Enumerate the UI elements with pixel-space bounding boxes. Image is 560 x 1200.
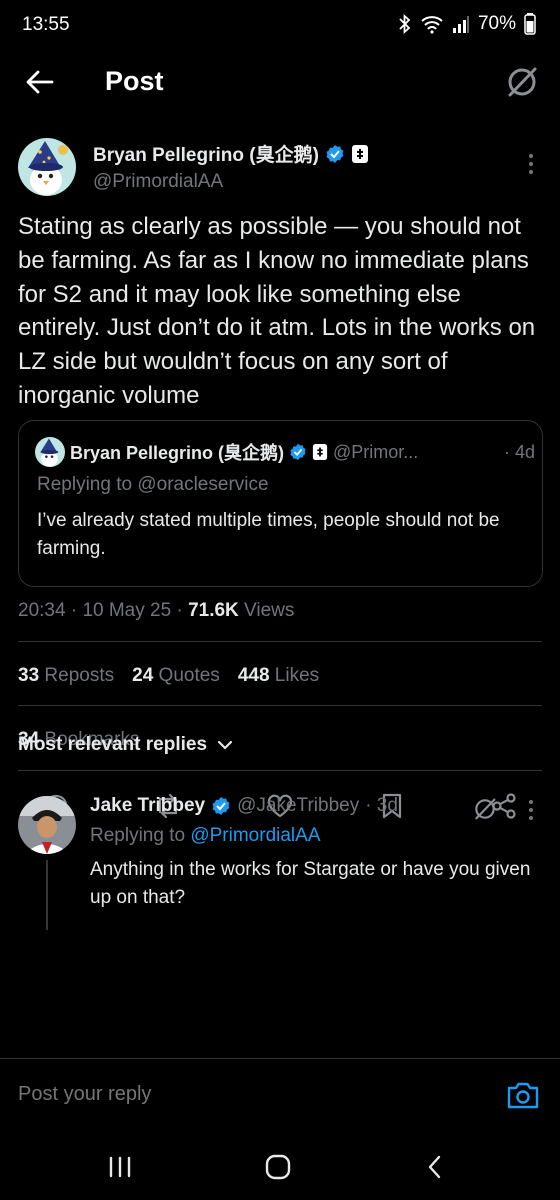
more-options-button[interactable]	[524, 152, 538, 176]
reposts-count: 33	[18, 665, 40, 686]
replies-sort-button[interactable]: Most relevant replies	[18, 734, 233, 756]
grok-icon	[475, 798, 496, 820]
grok-button[interactable]	[504, 64, 540, 100]
top-app-bar: Post	[0, 52, 560, 112]
more-vertical-icon	[529, 154, 533, 174]
quotes-label: Quotes	[158, 665, 220, 686]
reply-text: Anything in the works for Stargate or ha…	[90, 859, 531, 908]
verified-badge-icon	[290, 443, 306, 461]
home-circle-icon	[265, 1154, 291, 1180]
wifi-icon	[421, 16, 443, 34]
camera-button[interactable]	[506, 1079, 540, 1111]
reply-author-avatar[interactable]	[18, 796, 76, 854]
divider	[18, 705, 542, 706]
battery-percent: 70%	[477, 13, 516, 34]
reply-grok-button[interactable]	[472, 796, 498, 822]
recent-apps-icon	[109, 1156, 131, 1178]
reposts-stat[interactable]: 33 Reposts	[18, 665, 114, 687]
reply-age: · 3d	[365, 795, 398, 816]
post-date: 10 May 25	[82, 600, 172, 621]
author-handle[interactable]: @PrimordialAA	[93, 171, 513, 193]
replying-handle-link[interactable]: @PrimordialAA	[190, 825, 320, 846]
affiliate-badge-icon	[351, 144, 368, 163]
divider	[18, 770, 542, 771]
engagement-stats: 33 Reposts 24 Quotes 448 Likes	[18, 665, 319, 687]
quoted-author-name: Bryan Pellegrino (臭企鹅)	[70, 443, 285, 463]
post-text: Stating as clearly as possible — you sho…	[18, 213, 536, 409]
penguin-wizard-avatar	[18, 138, 76, 196]
verified-badge-icon	[212, 797, 230, 815]
quoted-handle: @Primor...	[333, 441, 419, 462]
author-avatar[interactable]	[18, 138, 76, 196]
likes-count: 448	[237, 665, 270, 686]
back-button[interactable]	[22, 66, 58, 98]
thread-line	[46, 860, 48, 930]
status-time: 13:55	[22, 14, 70, 35]
post-time: 20:34	[18, 600, 66, 621]
replies-sort-label: Most relevant replies	[18, 734, 208, 755]
quoted-post[interactable]: Bryan Pellegrino (臭企鹅) @Primor... · 4d R…	[18, 420, 543, 587]
author-row: Bryan Pellegrino (臭企鹅)	[93, 140, 513, 167]
quoted-text: I’ve already stated multiple times, peop…	[37, 510, 500, 559]
status-bar: 13:55 70%	[0, 0, 560, 52]
reply-replying-to: Replying to @PrimordialAA	[90, 825, 321, 847]
battery-icon	[524, 13, 536, 35]
quoted-age: · 4d	[503, 441, 535, 462]
status-icons: 70%	[398, 13, 536, 35]
arrow-left-icon	[26, 70, 54, 94]
reply-input[interactable]	[18, 1083, 478, 1106]
person-photo-avatar	[18, 796, 76, 854]
author-block: Bryan Pellegrino (臭企鹅) @PrimordialAA	[93, 140, 513, 193]
quotes-count: 24	[132, 665, 154, 686]
reply-author-name[interactable]: Jake Tribbey	[90, 795, 205, 817]
grok-icon	[508, 67, 537, 97]
signal-icon	[452, 16, 469, 33]
reply-author-handle[interactable]: @JakeTribbey	[237, 795, 359, 817]
system-nav-bar	[0, 1134, 560, 1200]
quoted-avatar	[35, 437, 65, 467]
author-name[interactable]: Bryan Pellegrino (臭企鹅)	[93, 140, 319, 167]
likes-stat[interactable]: 448 Likes	[238, 665, 319, 687]
meta-separator: ·	[70, 600, 83, 621]
chevron-left-icon	[428, 1155, 441, 1179]
camera-icon	[507, 1082, 539, 1109]
views-label[interactable]: Views	[244, 600, 294, 621]
home-button[interactable]	[263, 1152, 293, 1182]
quotes-stat[interactable]: 24 Quotes	[132, 665, 220, 687]
page-title: Post	[105, 66, 164, 96]
post-meta: 20:34 · 10 May 25 · 71.6K Views	[18, 600, 294, 622]
reply-composer	[0, 1058, 560, 1134]
replying-prefix: Replying to	[90, 825, 186, 846]
reply-author-row: Jake Tribbey @JakeTribbey · 3d	[90, 795, 398, 817]
quoted-author-row: Bryan Pellegrino (臭企鹅) @Primor... · 4d	[35, 437, 535, 467]
affiliate-badge-icon	[312, 444, 328, 460]
system-back-button[interactable]	[420, 1152, 450, 1182]
views-count: 71.6K	[188, 600, 239, 621]
bluetooth-icon	[399, 14, 411, 34]
divider	[18, 641, 542, 642]
reposts-label: Reposts	[44, 665, 115, 686]
recent-apps-button[interactable]	[105, 1152, 135, 1182]
more-vertical-icon	[529, 800, 533, 820]
penguin-wizard-avatar-small	[35, 437, 65, 467]
quoted-replying-to: Replying to @oracleservice	[37, 474, 269, 495]
meta-separator: ·	[176, 600, 189, 621]
reply-more-button[interactable]	[524, 798, 538, 822]
chevron-down-icon	[217, 740, 233, 750]
verified-badge-icon	[326, 144, 344, 163]
reply-item[interactable]: Jake Tribbey @JakeTribbey · 3d Replying …	[0, 790, 560, 930]
likes-label: Likes	[274, 665, 320, 686]
